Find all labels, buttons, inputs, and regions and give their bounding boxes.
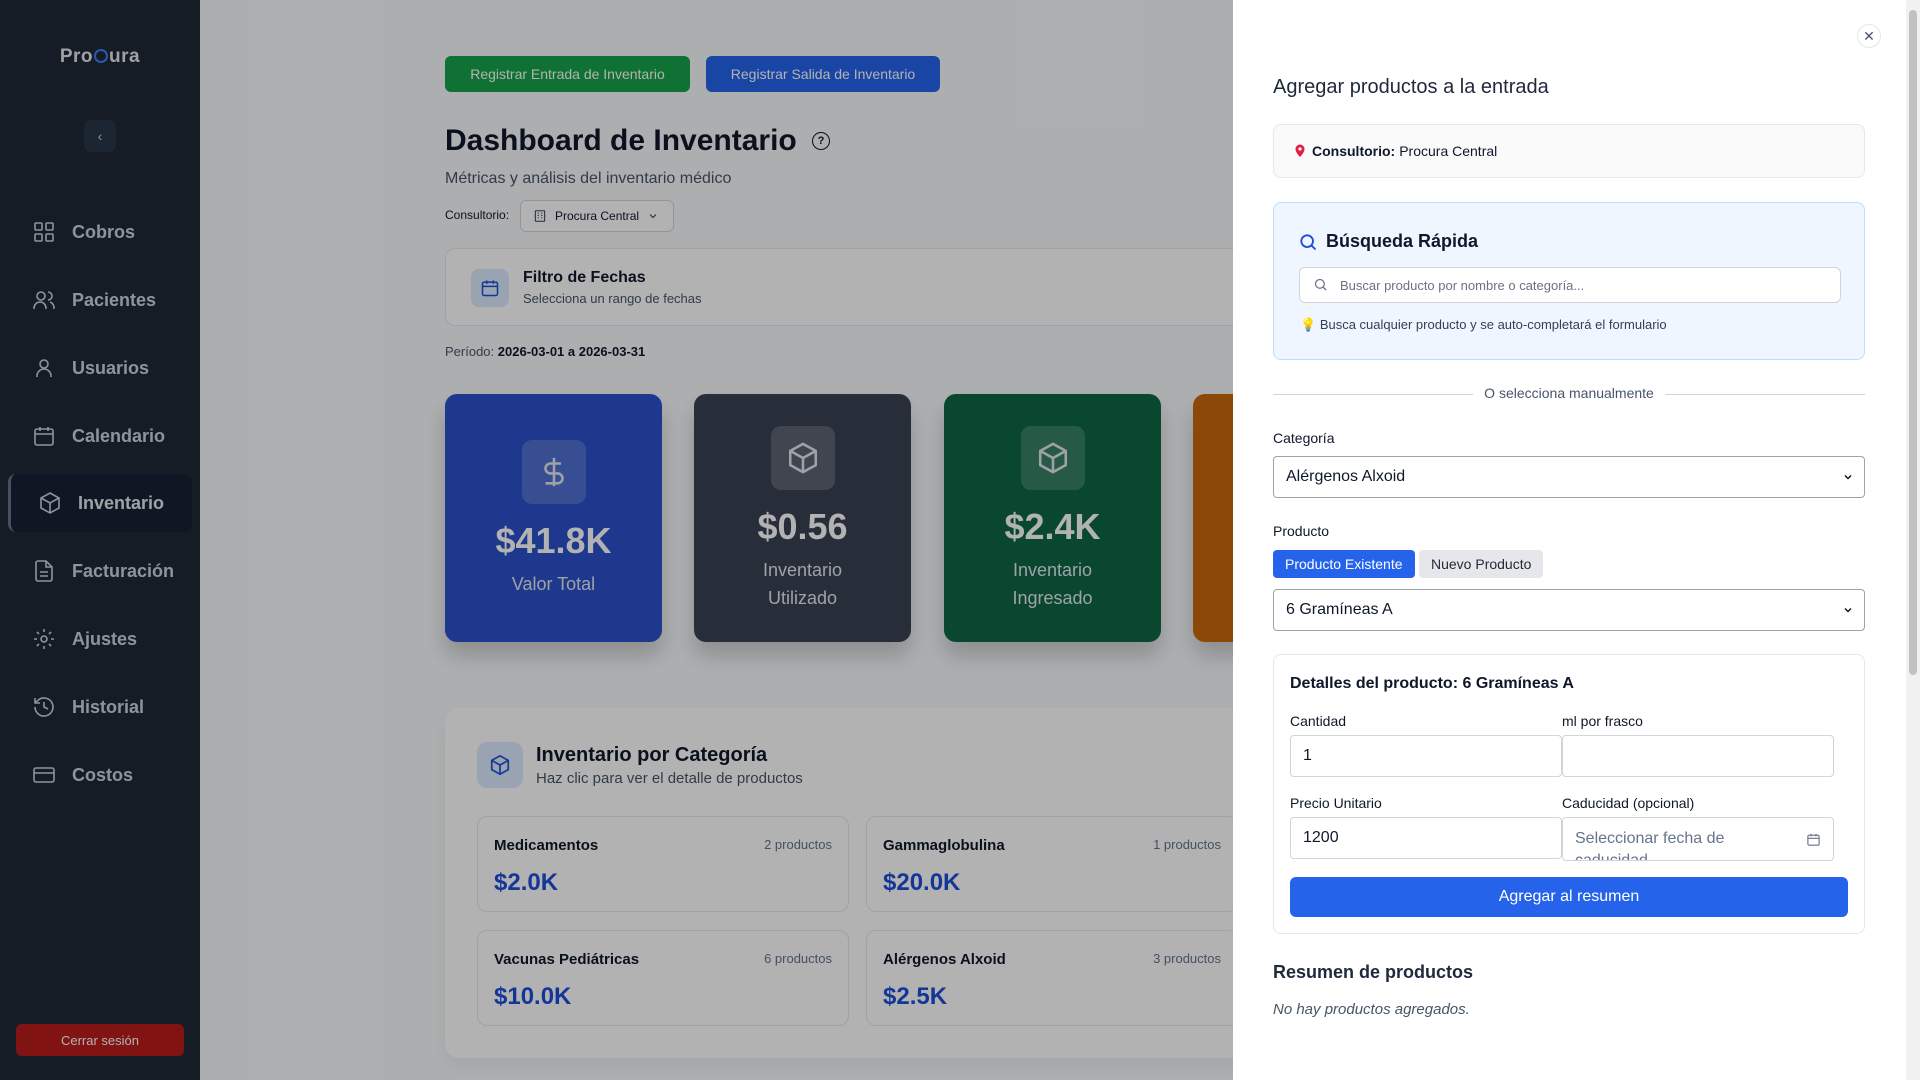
unit-price-input[interactable] (1290, 817, 1562, 859)
product-label: Producto (1273, 523, 1330, 539)
ml-per-bottle-input[interactable] (1562, 735, 1834, 777)
scrollbar-thumb[interactable] (1909, 10, 1917, 675)
category-label: Categoría (1273, 430, 1335, 446)
drawer-scrollbar[interactable] (1906, 0, 1920, 1080)
product-select-value: 6 Gramíneas A (1286, 601, 1393, 618)
search-hint-text: Busca cualquier producto y se auto-compl… (1319, 317, 1667, 332)
new-product-toggle[interactable]: Nuevo Producto (1419, 550, 1544, 578)
search-icon (1314, 278, 1327, 291)
close-button[interactable]: ✕ (1857, 24, 1881, 48)
existing-product-toggle[interactable]: Producto Existente (1273, 550, 1415, 578)
map-pin-icon (1295, 144, 1305, 157)
summary-title: Resumen de productos (1273, 962, 1474, 982)
search-input[interactable] (1299, 267, 1841, 303)
category-select-value: Alérgenos Alxoid (1286, 468, 1406, 485)
quantity-input[interactable] (1290, 735, 1562, 777)
category-select[interactable]: Alérgenos Alxoid (1273, 456, 1865, 498)
summary-empty-text: No hay productos agregados. (1273, 1001, 1470, 1018)
chevron-down-icon (1844, 607, 1852, 613)
drawer-consultorio-box: Consultorio: Procura Central (1273, 124, 1865, 178)
expiry-date-input[interactable]: Seleccionar fecha de caducidad (1562, 817, 1834, 861)
quick-search-panel: Búsqueda Rápida 💡 Busca cualquier produc… (1273, 202, 1865, 360)
close-icon: ✕ (1863, 27, 1875, 44)
lightbulb-icon: 💡 (1300, 317, 1317, 332)
calendar-icon (1807, 833, 1820, 846)
quick-search-title: Búsqueda Rápida (1298, 231, 1478, 252)
expiry-label: Caducidad (opcional) (1562, 795, 1695, 811)
add-products-drawer: ✕ Agregar productos a la entrada Consult… (1233, 0, 1920, 1080)
search-icon (1300, 233, 1317, 250)
search-hint: 💡 Busca cualquier producto y se auto-com… (1300, 317, 1667, 333)
expiry-date-placeholder: Seleccionar fecha de caducidad (1575, 830, 1725, 861)
chevron-down-icon (1844, 474, 1852, 480)
divider-text: O selecciona manualmente (1473, 385, 1665, 401)
product-select[interactable]: 6 Gramíneas A (1273, 589, 1865, 631)
unit-price-label: Precio Unitario (1290, 795, 1382, 811)
product-details-panel: Detalles del producto: 6 Gramíneas A Can… (1273, 654, 1865, 934)
drawer-consultorio-value: Procura Central (1399, 143, 1498, 159)
quick-search-title-text: Búsqueda Rápida (1326, 231, 1479, 251)
ml-per-bottle-label: ml por frasco (1562, 713, 1643, 729)
drawer-title: Agregar productos a la entrada (1273, 76, 1549, 98)
modal-backdrop[interactable] (0, 0, 1233, 1080)
add-to-summary-button[interactable]: Agregar al resumen (1290, 877, 1848, 917)
product-details-title: Detalles del producto: 6 Gramíneas A (1290, 675, 1574, 692)
quantity-label: Cantidad (1290, 713, 1347, 729)
drawer-consultorio-label: Consultorio: (1312, 143, 1396, 159)
